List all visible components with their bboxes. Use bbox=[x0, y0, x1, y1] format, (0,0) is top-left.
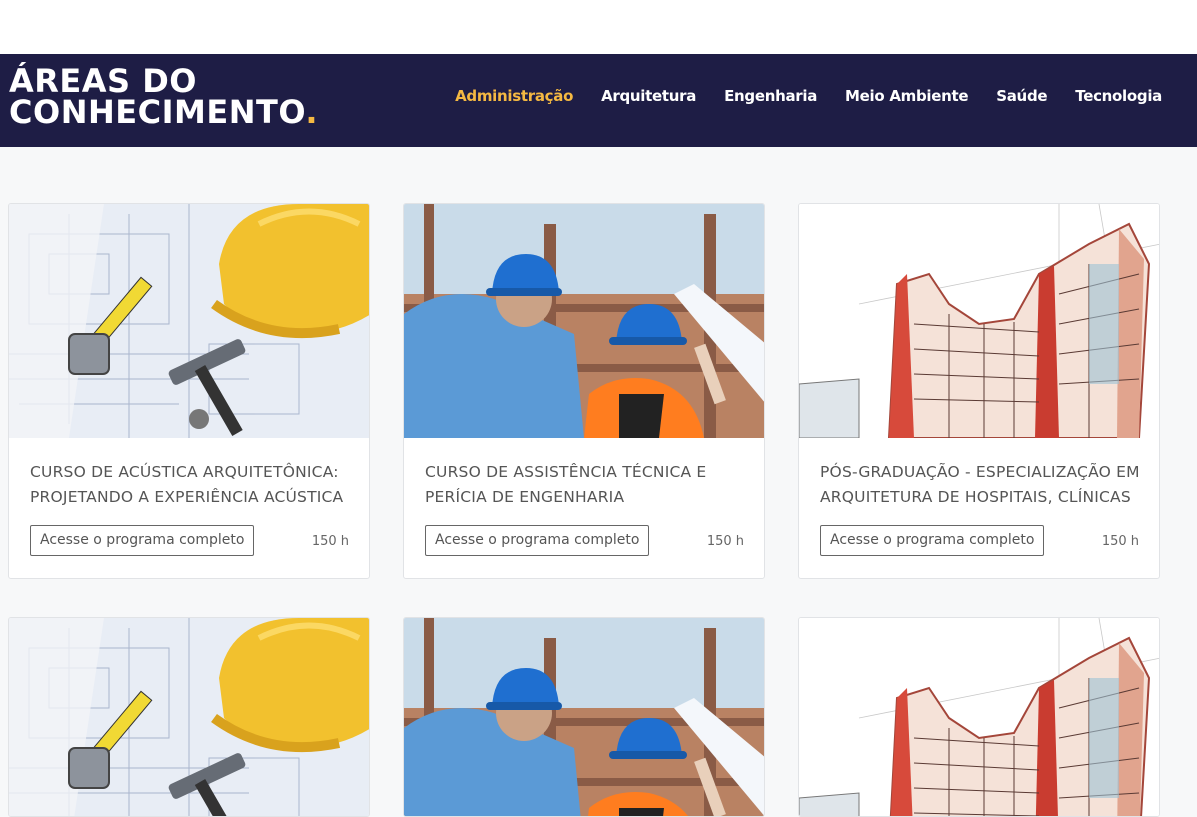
nav-arquitetura[interactable]: Arquitetura bbox=[601, 87, 696, 105]
course-image-blueprint[interactable] bbox=[9, 204, 369, 438]
course-card[interactable] bbox=[8, 617, 370, 817]
course-title[interactable]: CURSO DE ASSISTÊNCIA TÉCNICA E PERÍCIA D… bbox=[425, 460, 755, 510]
nav-engenharia[interactable]: Engenharia bbox=[724, 87, 817, 105]
course-card[interactable]: CURSO DE ASSISTÊNCIA TÉCNICA E PERÍCIA D… bbox=[403, 203, 765, 579]
course-program-button[interactable]: Acesse o programa completo bbox=[30, 525, 255, 556]
course-card[interactable] bbox=[403, 617, 765, 817]
brand-line-2: CONHECIMENTO. bbox=[9, 93, 318, 131]
nav-meio-ambiente[interactable]: Meio Ambiente bbox=[845, 87, 968, 105]
main-nav: Administração Arquitetura Engenharia Mei… bbox=[427, 87, 1162, 105]
brand-logo[interactable]: ÁREAS DO CONHECIMENTO. bbox=[9, 65, 318, 131]
top-white-strip bbox=[0, 0, 1197, 54]
course-image-engineers[interactable] bbox=[404, 204, 764, 438]
course-hours: 150 h bbox=[311, 534, 349, 549]
course-card[interactable]: CURSO DE ACÚSTICA ARQUITETÔNICA: PROJETA… bbox=[8, 203, 370, 579]
course-image-engineers[interactable] bbox=[404, 618, 764, 816]
course-card[interactable]: PÓS-GRADUAÇÃO - ESPECIALIZAÇÃO EM ARQUIT… bbox=[798, 203, 1160, 579]
course-hours: 150 h bbox=[1101, 534, 1139, 549]
course-card[interactable] bbox=[798, 617, 1160, 817]
course-hours: 150 h bbox=[706, 534, 744, 549]
nav-administracao[interactable]: Administração bbox=[455, 87, 573, 105]
site-header: ÁREAS DO CONHECIMENTO. Administração Arq… bbox=[0, 54, 1197, 147]
course-image-architecture-sketch[interactable] bbox=[799, 204, 1159, 438]
nav-tecnologia[interactable]: Tecnologia bbox=[1075, 87, 1162, 105]
course-title[interactable]: CURSO DE ACÚSTICA ARQUITETÔNICA: PROJETA… bbox=[30, 460, 360, 510]
course-image-blueprint[interactable] bbox=[9, 618, 369, 816]
course-image-architecture-sketch[interactable] bbox=[799, 618, 1159, 816]
course-program-button[interactable]: Acesse o programa completo bbox=[425, 525, 650, 556]
course-title[interactable]: PÓS-GRADUAÇÃO - ESPECIALIZAÇÃO EM ARQUIT… bbox=[820, 460, 1150, 510]
nav-saude[interactable]: Saúde bbox=[996, 87, 1047, 105]
brand-dot: . bbox=[305, 93, 318, 131]
course-program-button[interactable]: Acesse o programa completo bbox=[820, 525, 1045, 556]
